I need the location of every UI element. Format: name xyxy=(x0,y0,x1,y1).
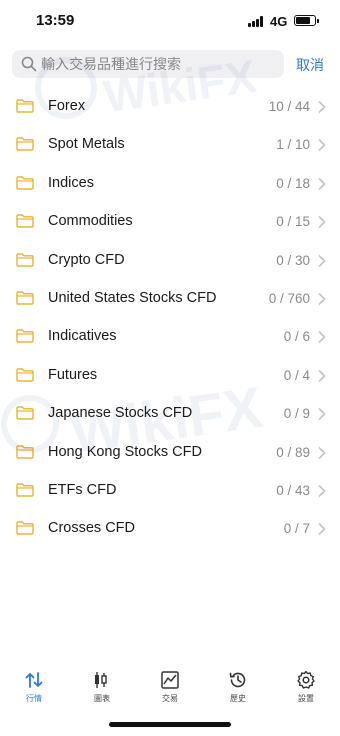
folder-name: United States Stocks CFD xyxy=(48,289,217,306)
folder-count: 10 / 44 xyxy=(268,99,310,114)
folder-icon xyxy=(16,99,34,113)
folder-count: 0 / 30 xyxy=(276,252,310,268)
chevron-right-icon xyxy=(318,485,326,497)
home-indicator xyxy=(109,722,231,727)
chevron-right-icon xyxy=(318,293,326,305)
folder-icon xyxy=(16,406,34,420)
tab-label: 歷史 xyxy=(230,694,246,703)
settings-icon xyxy=(297,670,315,689)
folder-icon xyxy=(16,137,34,152)
folder-name: Hong Kong Stocks CFD xyxy=(48,443,202,460)
chevron-right-icon xyxy=(318,177,326,190)
folder-name: Futures xyxy=(48,366,98,383)
folder-count: 0 / 18 xyxy=(276,175,310,191)
history-icon xyxy=(229,672,246,688)
battery-icon xyxy=(294,15,319,26)
folder-row[interactable]: Hong Kong Stocks CFD 0 / 89 xyxy=(0,433,340,471)
folder-icon xyxy=(16,291,34,305)
search-icon xyxy=(21,56,37,72)
folder-icon xyxy=(16,521,34,535)
folder-row[interactable]: ETFs CFD 0 / 43 xyxy=(0,471,340,509)
folder-icon xyxy=(16,176,34,190)
folder-icon xyxy=(16,444,34,459)
folder-count: 0 / 4 xyxy=(283,367,310,383)
folder-row[interactable]: Commodities 0 / 15 xyxy=(0,202,340,240)
folder-count: 0 / 15 xyxy=(276,214,310,230)
tab-settings[interactable]: 設置 xyxy=(272,664,340,714)
folder-count: 0 / 6 xyxy=(283,329,310,345)
tab-history[interactable]: 歷史 xyxy=(204,664,272,714)
folder-icon xyxy=(16,368,34,382)
chevron-right-icon xyxy=(318,369,326,382)
chevron-right-icon xyxy=(318,446,326,459)
chevron-right-icon xyxy=(318,254,326,267)
folder-icon xyxy=(16,329,34,344)
cellular-signal-icon xyxy=(248,16,266,27)
chevron-right-icon xyxy=(318,331,326,344)
status-bar: 13:59 4G xyxy=(0,0,340,44)
folder-count: 0 / 89 xyxy=(276,444,310,460)
folder-name: Commodities xyxy=(48,213,133,230)
folder-icon xyxy=(16,252,34,267)
folder-count: 0 / 9 xyxy=(283,406,310,422)
folder-name: Indicatives xyxy=(48,328,117,345)
chevron-right-icon xyxy=(318,101,326,113)
search-bar[interactable] xyxy=(12,50,284,78)
folder-icon xyxy=(16,214,34,228)
search-input[interactable] xyxy=(41,50,277,78)
folder-name: Forex xyxy=(48,98,86,114)
tab-quotes[interactable]: 行情 xyxy=(0,664,68,714)
folder-name: Japanese Stocks CFD xyxy=(48,405,193,422)
tab-label: 圖表 xyxy=(94,694,110,703)
folder-row[interactable]: Japanese Stocks CFD 0 / 9 xyxy=(0,394,340,432)
folder-count: 0 / 760 xyxy=(268,290,310,306)
folder-row[interactable]: United States Stocks CFD 0 / 760 xyxy=(0,279,340,317)
folder-name: ETFs CFD xyxy=(48,481,117,498)
folder-name: Crypto CFD xyxy=(48,251,125,268)
folder-count: 0 / 7 xyxy=(283,521,310,537)
folder-row[interactable]: Futures 0 / 4 xyxy=(0,356,340,394)
tab-chart[interactable]: 圖表 xyxy=(68,664,136,714)
symbol-folder-list: Forex 10 / 44 Spot Metals 1 / 10 Indices 0 / … xyxy=(0,87,340,548)
tab-label: 設置 xyxy=(298,694,314,703)
status-time: 13:59 xyxy=(36,12,75,29)
cancel-button[interactable]: 取消 xyxy=(296,55,324,75)
chevron-right-icon xyxy=(318,523,326,536)
folder-row[interactable]: Spot Metals 1 / 10 xyxy=(0,125,340,163)
folder-row[interactable]: Forex 10 / 44 xyxy=(0,87,340,125)
folder-row[interactable]: Crypto CFD 0 / 30 xyxy=(0,241,340,279)
folder-icon xyxy=(16,483,34,497)
chart-icon xyxy=(95,672,107,688)
trade-icon xyxy=(161,671,179,689)
tab-label: 交易 xyxy=(162,694,178,703)
tab-trade[interactable]: 交易 xyxy=(136,664,204,714)
folder-name: Crosses CFD xyxy=(48,520,136,537)
network-type: 4G xyxy=(270,14,288,29)
tab-bar: 行情 圖表 交易 歷史 設置 xyxy=(0,664,340,714)
quotes-icon xyxy=(25,672,43,688)
chevron-right-icon xyxy=(318,408,326,420)
folder-row[interactable]: Indices 0 / 18 xyxy=(0,164,340,202)
chevron-right-icon xyxy=(318,216,326,228)
folder-name: Spot Metals xyxy=(48,136,125,153)
folder-row[interactable]: Indicatives 0 / 6 xyxy=(0,317,340,355)
folder-count: 0 / 43 xyxy=(276,482,310,498)
chevron-right-icon xyxy=(318,139,326,152)
folder-name: Indices xyxy=(48,174,94,191)
folder-count: 1 / 10 xyxy=(276,137,310,153)
tab-label: 行情 xyxy=(26,694,42,703)
folder-row[interactable]: Crosses CFD 0 / 7 xyxy=(0,509,340,547)
